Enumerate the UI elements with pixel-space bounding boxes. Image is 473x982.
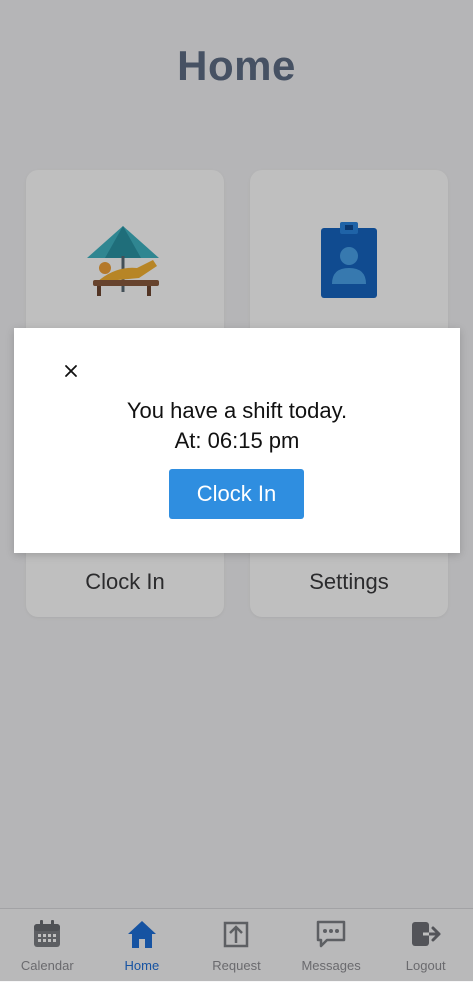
shift-message: You have a shift today. At: 06:15 pm xyxy=(14,396,460,456)
clock-in-button[interactable]: Clock In xyxy=(169,469,304,519)
shift-reminder-dialog: You have a shift today. At: 06:15 pm Clo… xyxy=(14,328,460,553)
shift-time: At: 06:15 pm xyxy=(174,428,300,453)
shift-message-line: You have a shift today. xyxy=(126,398,348,423)
close-icon[interactable] xyxy=(60,360,82,382)
